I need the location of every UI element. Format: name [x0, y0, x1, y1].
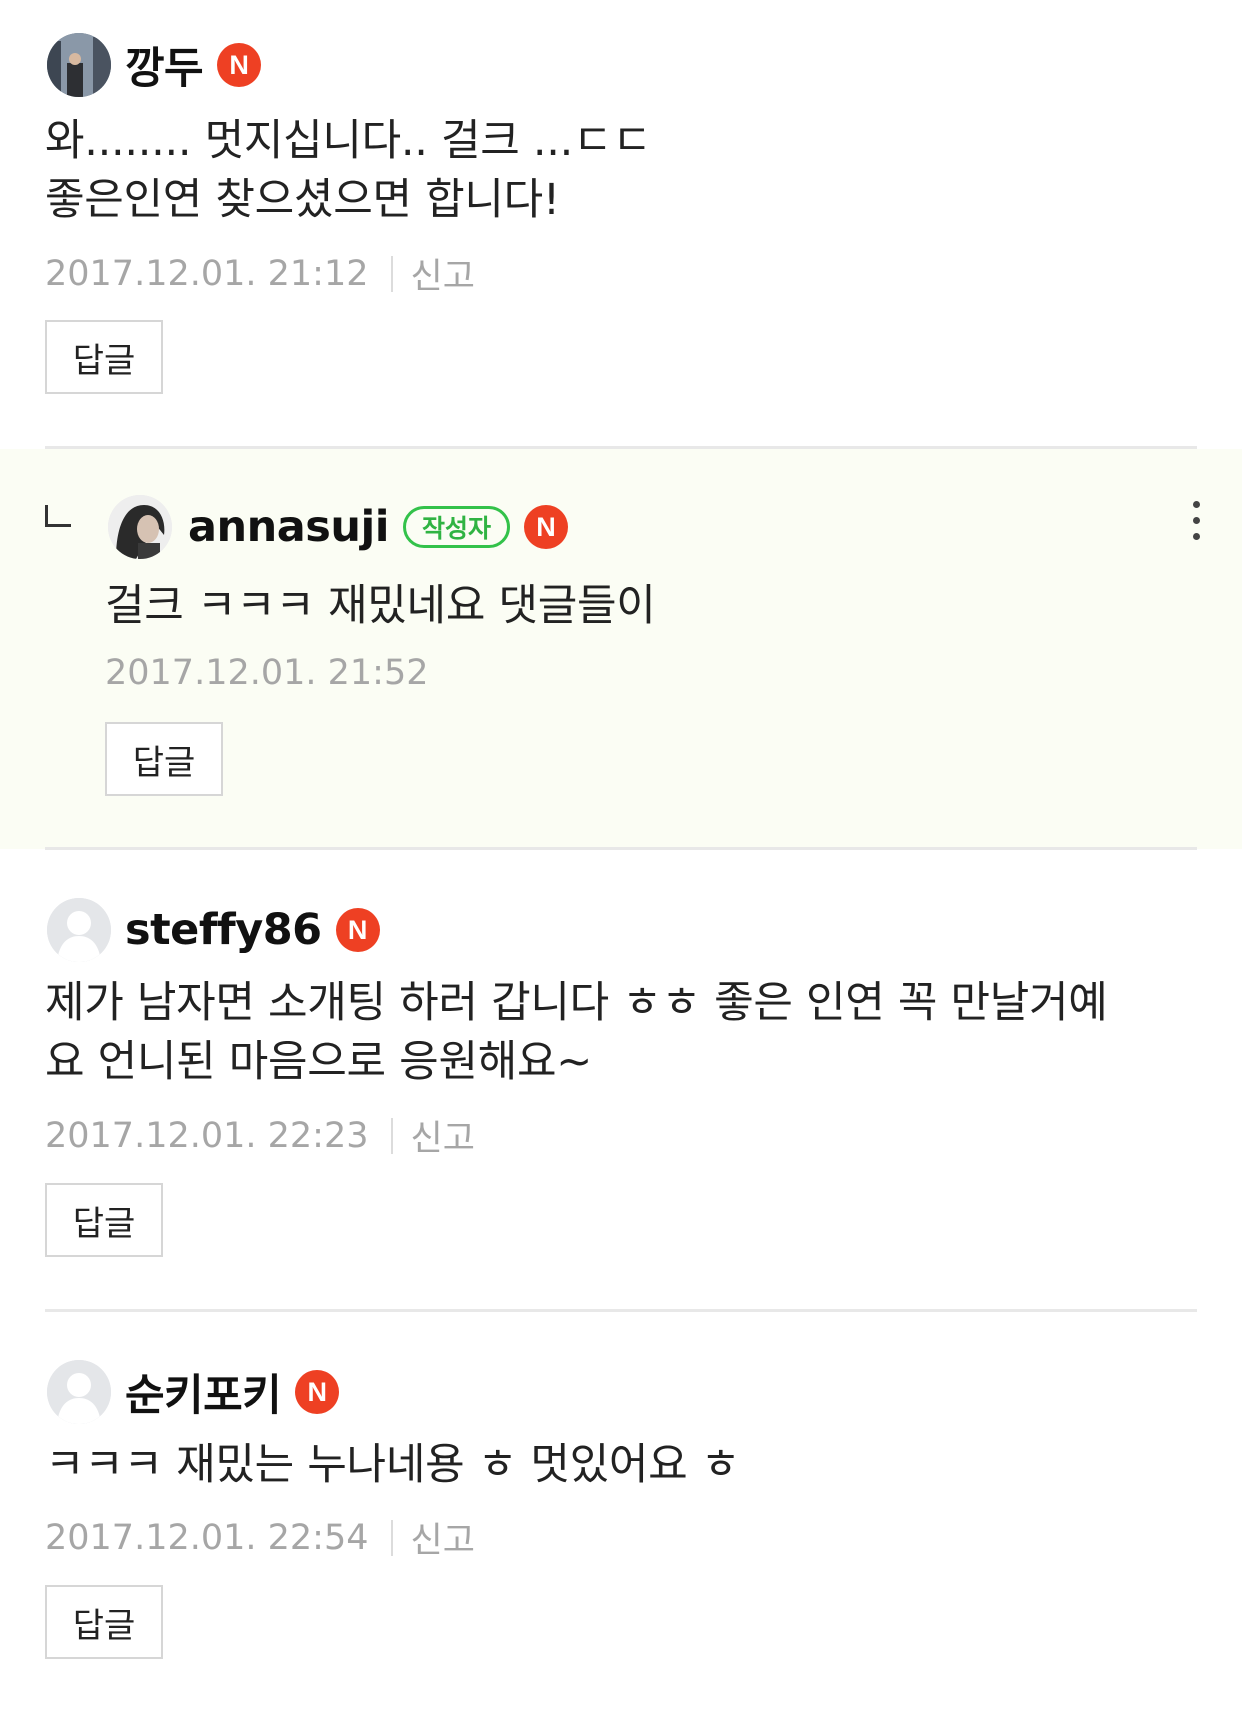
- avatar[interactable]: [108, 495, 172, 559]
- nickname[interactable]: 순키포키: [125, 1361, 282, 1423]
- reply-button[interactable]: 답글: [45, 1585, 163, 1659]
- comment-item: 순키포키 N ㅋㅋㅋ 재밌는 누나네용 ㅎ 멋있어요 ㅎ 2017.12.01.…: [0, 1312, 1242, 1711]
- comment-text: ㅋㅋㅋ 재밌는 누나네용 ㅎ 멋있어요 ㅎ: [45, 1440, 741, 1490]
- comment-item: 깡두 N 와........ 멋지십니다.. 걸크 ...ㄷㄷ 좋은인연 찾으셨…: [0, 0, 1242, 448]
- meta-separator: [390, 1117, 393, 1154]
- report-link[interactable]: 신고: [411, 248, 475, 299]
- avatar[interactable]: [47, 33, 111, 97]
- author-badge: 작성자: [402, 506, 510, 548]
- comment-date: 2017.12.01. 22:23: [45, 1115, 369, 1156]
- n-badge-icon: N: [335, 908, 380, 952]
- report-link[interactable]: 신고: [411, 1512, 475, 1563]
- n-badge-icon: N: [217, 43, 262, 87]
- reply-comment-item: annasuji 작성자 N 걸크 ㅋㅋㅋ 재밌네요 댓글들이 2017.12.…: [0, 449, 1242, 849]
- report-link[interactable]: 신고: [411, 1110, 475, 1161]
- comment-date: 2017.12.01. 22:54: [45, 1517, 369, 1558]
- comment-text: 제가 남자면 소개팅 하러 갑니다 ㅎㅎ 좋은 인연 꼭 만날거예 요 언니된 …: [45, 978, 1108, 1087]
- nickname[interactable]: 깡두: [125, 34, 204, 96]
- meta-separator: [390, 255, 393, 292]
- comment-list: 깡두 N 와........ 멋지십니다.. 걸크 ...ㄷㄷ 좋은인연 찾으셨…: [0, 0, 1242, 1711]
- comment-item: steffy86 N 제가 남자면 소개팅 하러 갑니다 ㅎㅎ 좋은 인연 꼭 …: [0, 850, 1242, 1310]
- reply-button[interactable]: 답글: [105, 722, 223, 796]
- reply-button[interactable]: 답글: [45, 320, 163, 394]
- n-badge-icon: N: [295, 1370, 340, 1414]
- more-vertical-icon[interactable]: [1193, 501, 1200, 540]
- comment-date: 2017.12.01. 21:12: [45, 253, 369, 294]
- meta-separator: [390, 1519, 393, 1556]
- default-avatar-icon[interactable]: [47, 1360, 111, 1424]
- default-avatar-icon[interactable]: [47, 898, 111, 962]
- reply-button[interactable]: 답글: [45, 1183, 163, 1257]
- comment-date: 2017.12.01. 21:52: [105, 653, 429, 693]
- comment-text: 와........ 멋지십니다.. 걸크 ...ㄷㄷ 좋은인연 찾으셨으면 합니…: [45, 116, 652, 225]
- comment-text: 걸크 ㅋㅋㅋ 재밌네요 댓글들이: [105, 581, 656, 631]
- nickname[interactable]: steffy86: [125, 905, 322, 955]
- nickname[interactable]: annasuji: [188, 502, 389, 552]
- n-badge-icon: N: [523, 505, 568, 549]
- reply-arrow-icon: [45, 505, 71, 527]
